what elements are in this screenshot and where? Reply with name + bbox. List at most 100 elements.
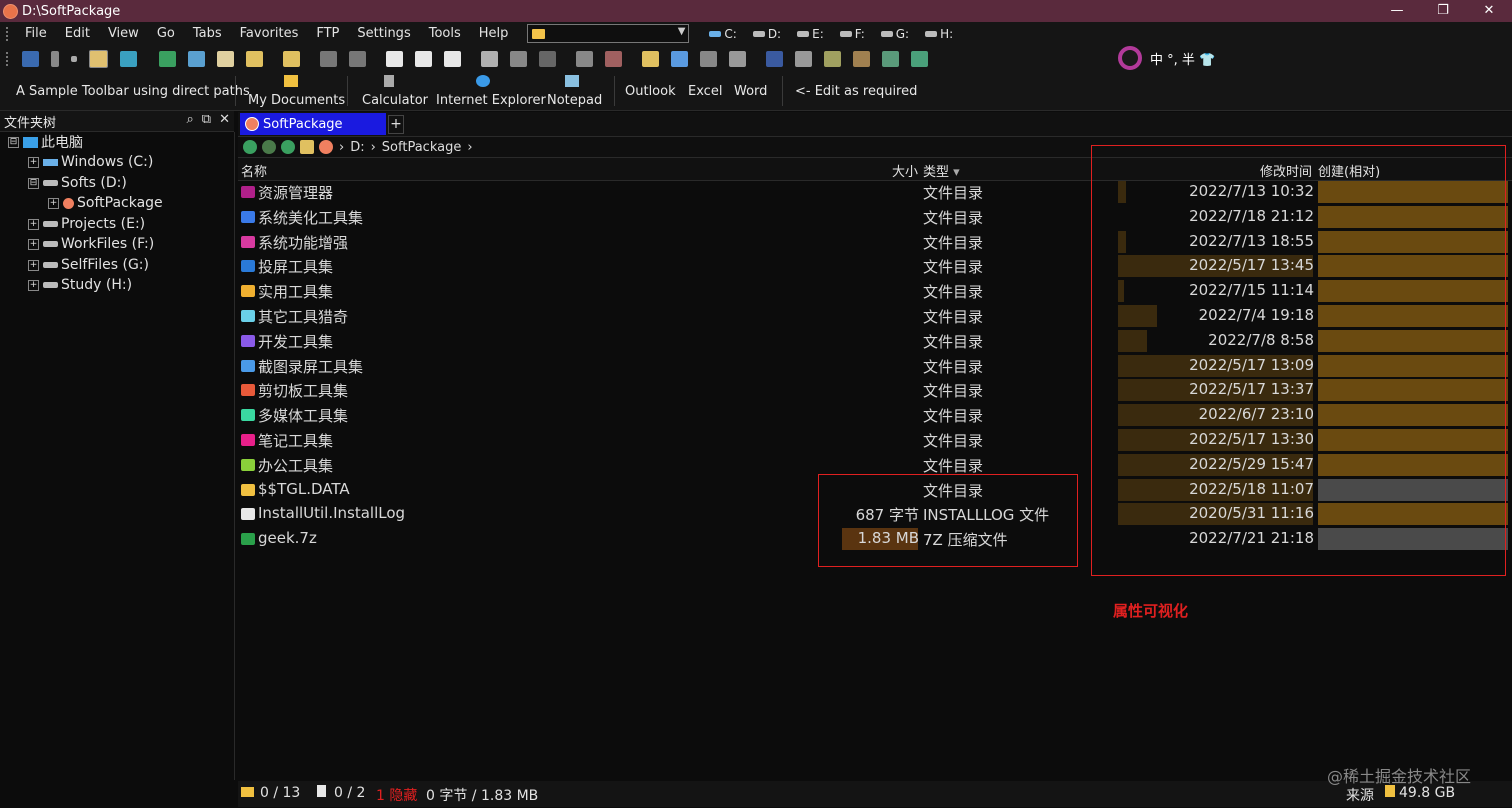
copy-path-icon[interactable] (217, 50, 234, 67)
search-files-icon[interactable] (700, 50, 717, 67)
tree-node-softs-d[interactable]: ⊟ Softs (D:) (28, 173, 127, 193)
favorites-combo[interactable]: ▼ (527, 24, 690, 43)
extract-icon[interactable] (853, 50, 870, 67)
expand-icon[interactable]: + (28, 218, 39, 230)
forward-icon[interactable] (262, 140, 276, 154)
drive-e-button[interactable]: E: (797, 27, 824, 41)
separator (235, 76, 236, 106)
menu-help[interactable]: Help (470, 22, 518, 45)
ime-indicator[interactable]: 中 °, 半 👕 (1118, 46, 1215, 70)
tree-node-windows-c[interactable]: + Windows (C:) (28, 152, 153, 172)
drive-label: C: (724, 26, 737, 41)
folder-sync-icon[interactable] (642, 50, 659, 67)
archive-icon[interactable] (824, 50, 841, 67)
menu-view[interactable]: View (99, 22, 148, 45)
internet-explorer-button[interactable]: Internet Explorer (436, 72, 546, 110)
menu-go[interactable]: Go (148, 22, 184, 45)
pane-right-icon[interactable] (444, 50, 461, 67)
crumb-drive[interactable]: D: (350, 140, 364, 155)
bookmark-icon[interactable] (795, 50, 812, 67)
expand-icon[interactable]: + (28, 238, 39, 250)
menu-edit[interactable]: Edit (56, 22, 99, 45)
small-icon[interactable] (71, 55, 77, 62)
layout-icon[interactable] (22, 50, 39, 67)
toolbar-grip[interactable] (6, 26, 12, 41)
move-icon[interactable] (349, 50, 366, 67)
find-icon[interactable] (481, 50, 498, 67)
tree-node-selffiles-g[interactable]: + SelfFiles (G:) (28, 255, 149, 275)
tree-node-projects-e[interactable]: + Projects (E:) (28, 214, 145, 234)
drive-f-button[interactable]: F: (839, 27, 865, 41)
drive-g-button[interactable]: G: (880, 27, 909, 41)
expand-icon[interactable]: + (48, 197, 59, 209)
tree-node-study-h[interactable]: + Study (H:) (28, 275, 132, 295)
calculator-button[interactable]: Calculator (362, 72, 428, 110)
menu-settings[interactable]: Settings (348, 22, 419, 45)
close-icon[interactable]: ✕ (219, 112, 230, 127)
collapse-icon[interactable]: ⊟ (28, 177, 39, 189)
my-documents-button[interactable]: My Documents (248, 72, 345, 110)
menu-tools[interactable]: Tools (420, 22, 470, 45)
minimize-button[interactable]: — (1374, 0, 1420, 22)
word-button[interactable]: Word (734, 72, 774, 110)
explorer-icon[interactable] (671, 50, 688, 67)
folder-tree: ⊟ 此电脑 + Windows (C:) ⊟ Softs (D:) + Soft… (0, 132, 235, 780)
menu-favorites[interactable]: Favorites (231, 22, 308, 45)
copy-icon[interactable] (320, 50, 337, 67)
column-type[interactable]: 类型 ▾ (923, 161, 960, 180)
folder-open-icon[interactable] (246, 50, 263, 67)
excel-button[interactable]: Excel (688, 72, 728, 110)
menu-tabs[interactable]: Tabs (184, 22, 231, 45)
menu-file[interactable]: File (16, 22, 56, 45)
drive-icon (880, 30, 893, 37)
back-icon[interactable] (243, 140, 257, 154)
new-tab-button[interactable]: + (388, 115, 404, 134)
expand-icon[interactable]: + (28, 279, 39, 291)
console-icon[interactable] (766, 50, 783, 67)
menu-ftp[interactable]: FTP (307, 22, 348, 45)
tab-softpackage[interactable]: SoftPackage (240, 113, 386, 135)
pane-dual-icon[interactable] (415, 50, 432, 67)
up-icon[interactable] (281, 140, 295, 154)
dropdown-icon[interactable] (51, 50, 59, 67)
expand-icon[interactable]: + (28, 259, 39, 271)
search-icon[interactable]: ⌕ (187, 112, 194, 127)
column-name[interactable]: 名称 (241, 161, 267, 180)
disk-icon[interactable] (539, 50, 556, 67)
tree-node-softpackage[interactable]: + SoftPackage (48, 193, 163, 213)
print-icon[interactable] (510, 50, 527, 67)
maximize-button[interactable]: ❐ (1420, 0, 1466, 22)
sync-icon[interactable] (911, 50, 928, 67)
drive-c-button[interactable]: C: (709, 26, 737, 41)
expand-icon[interactable]: + (28, 156, 39, 168)
tree-node-workfiles-f[interactable]: + WorkFiles (F:) (28, 234, 154, 254)
close-button[interactable]: ✕ (1466, 0, 1512, 22)
undock-icon[interactable]: ⧉ (202, 112, 211, 127)
properties-icon[interactable] (729, 50, 746, 67)
new-folder-icon[interactable] (283, 50, 300, 67)
view-mode-icon[interactable] (89, 49, 108, 68)
collapse-icon[interactable]: ⊟ (8, 136, 19, 148)
outlook-button[interactable]: Outlook (625, 72, 680, 110)
crumb-folder[interactable]: SoftPackage (382, 140, 462, 155)
tree-node-this-pc[interactable]: ⊟ 此电脑 (8, 132, 83, 152)
pane-left-icon[interactable] (386, 50, 403, 67)
drive-d-button[interactable]: D: (752, 27, 781, 41)
row-name: 笔记工具集 (258, 432, 334, 450)
window-icon[interactable] (188, 50, 205, 67)
status-source: 来源 (1346, 788, 1374, 804)
column-size[interactable]: 大小 (892, 161, 918, 180)
sample-toolbar-label: A Sample Toolbar using direct paths (16, 72, 250, 110)
crumb-separator: › (339, 139, 345, 155)
folder-icon (241, 285, 255, 298)
refresh-icon[interactable] (120, 50, 137, 67)
drive-h-button[interactable]: H: (925, 27, 953, 41)
delete-icon[interactable] (576, 50, 593, 67)
favorite-folder-icon[interactable] (300, 140, 314, 154)
delete-all-icon[interactable] (605, 50, 622, 67)
toolbar-grip[interactable] (6, 51, 12, 66)
network-icon[interactable] (882, 50, 899, 67)
annotation-box-size-type (818, 474, 1078, 567)
desktop-icon[interactable] (159, 50, 176, 67)
notepad-button[interactable]: Notepad (547, 72, 607, 110)
